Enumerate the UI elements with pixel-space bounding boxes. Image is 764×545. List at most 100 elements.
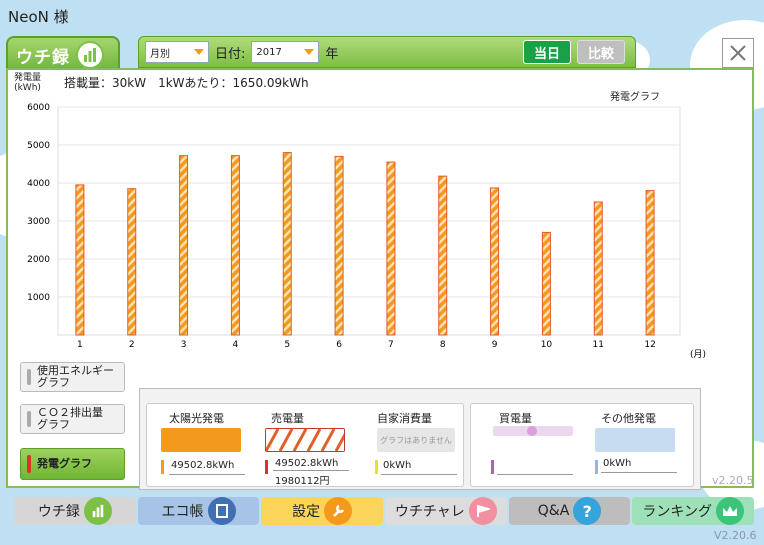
sold-swatch — [264, 428, 350, 452]
chart-bar[interactable] — [490, 187, 500, 336]
other-title: その他発電 — [601, 412, 656, 425]
year-unit: 年 — [325, 46, 339, 62]
divider — [497, 474, 573, 475]
generation-chart: 1000200030004000500060001 2 3 4 5 6 7 8 9 10 11 12(… — [27, 103, 706, 360]
self-marker — [375, 460, 378, 474]
chart-bar[interactable] — [230, 155, 240, 336]
nav-uchichare[interactable]: ウチチャレ — [385, 497, 507, 525]
solar-title: 太陽光発電 — [169, 412, 224, 425]
x-tick-label: 10 — [541, 340, 553, 350]
grid — [57, 106, 681, 336]
y-tick-label: 1000 — [27, 293, 50, 303]
self-value: 0kWh — [383, 460, 412, 471]
nav-ecocho-label: エコ帳 — [161, 504, 204, 520]
legend-group-generation: 太陽光発電 49502.8kWh 売電量 49502.8kWh 1980112円… — [146, 403, 464, 487]
generation-graph-label: 発電グラフ — [37, 457, 92, 470]
x-tick-label: 8 — [440, 340, 446, 350]
uchiroku-tab[interactable]: ウチ録 — [6, 36, 120, 72]
legend-group-other: 買電量 その他発電 0kWh — [470, 403, 694, 487]
outer-version: V2.20.6 — [714, 529, 757, 542]
x-tick-label: 6 — [336, 340, 342, 350]
flag-icon — [468, 497, 497, 525]
question-icon: ? — [573, 497, 602, 525]
x-tick-label: 12 — [644, 340, 655, 350]
energy-usage-graph-button[interactable]: 使用エネルギー グラフ — [20, 362, 125, 392]
chart-bar[interactable] — [179, 155, 189, 336]
generation-graph-button[interactable]: 発電グラフ — [20, 448, 125, 480]
bought-marker — [491, 460, 494, 474]
solar-marker — [161, 460, 164, 474]
y-tick-label: 2000 — [27, 255, 50, 265]
sold-marker — [265, 460, 268, 474]
bars — [75, 152, 655, 336]
wrench-icon — [324, 497, 353, 525]
sold-value: 49502.8kWh — [275, 458, 339, 469]
close-icon — [730, 45, 746, 61]
chart-bar[interactable] — [75, 184, 85, 336]
button-marker — [27, 411, 31, 427]
x-tick-label: 9 — [492, 340, 498, 350]
x-tick-label: 2 — [129, 340, 135, 350]
bar-chart-icon — [83, 497, 112, 525]
chevron-down-icon — [194, 49, 204, 55]
nav-ranking[interactable]: ランキング — [632, 497, 755, 525]
y-tick-label: 5000 — [27, 141, 50, 151]
nav-uchiroku-label: ウチ録 — [37, 504, 80, 520]
self-swatch: グラフはありません — [377, 428, 455, 452]
chart-bar[interactable] — [282, 152, 292, 336]
nav-uchichare-label: ウチチャレ — [394, 504, 465, 520]
close-button[interactable] — [722, 38, 754, 68]
compare-button[interactable]: 比較 — [576, 40, 625, 64]
toolbar: 月別 日付: 2017 年 当日 比較 — [138, 36, 636, 68]
bought-title: 買電量 — [499, 412, 532, 425]
y-tick-label: 4000 — [27, 179, 50, 189]
bar-chart-icon — [76, 41, 104, 69]
button-marker — [27, 369, 31, 385]
other-marker — [595, 460, 598, 474]
energy-usage-label-line2: グラフ — [37, 376, 70, 389]
x-tick-label: 4 — [233, 340, 239, 350]
sold-swatch-stripes — [264, 428, 350, 452]
crown-icon — [715, 497, 744, 525]
sold-yen: 1980112円 — [275, 476, 330, 487]
chart-bar[interactable] — [541, 231, 551, 336]
x-tick-label: 5 — [284, 340, 290, 350]
chart-bar[interactable] — [438, 175, 448, 336]
x-tick-label: 3 — [181, 340, 187, 350]
divider — [169, 474, 245, 475]
energy-usage-label: 使用エネルギー グラフ — [37, 365, 114, 389]
chart-bar[interactable] — [386, 161, 396, 336]
period-select-value: 月別 — [150, 48, 170, 60]
button-marker — [27, 455, 31, 473]
today-button[interactable]: 当日 — [522, 40, 571, 64]
x-axis-unit: (月) — [690, 349, 706, 360]
divider — [273, 470, 349, 471]
sold-title: 売電量 — [271, 412, 304, 425]
x-tick-label: 1 — [77, 340, 83, 350]
year-select[interactable]: 2017 — [251, 41, 320, 63]
chart-bar[interactable] — [645, 190, 655, 336]
inner-version: v2.20.5 — [712, 474, 754, 487]
bottom-nav: ウチ録 エコ帳 設定 ウチチャレ Q&A ? ランキング — [14, 497, 755, 525]
chart-bar[interactable] — [593, 201, 603, 336]
nav-uchiroku[interactable]: ウチ録 — [14, 497, 136, 525]
y-tick-label: 6000 — [27, 103, 50, 113]
solar-swatch — [161, 428, 241, 452]
nav-settings[interactable]: 設定 — [261, 497, 384, 525]
x-tick-label: 7 — [388, 340, 394, 350]
notebook-icon — [207, 497, 236, 525]
user-name: NeoN 様 — [8, 8, 69, 26]
year-select-value: 2017 — [256, 46, 282, 58]
other-value: 0kWh — [603, 458, 632, 469]
date-label: 日付: — [215, 46, 246, 62]
nav-ecocho[interactable]: エコ帳 — [137, 497, 260, 525]
x-tick-label: 11 — [593, 340, 604, 350]
divider — [601, 472, 677, 473]
chart-bar[interactable] — [334, 155, 344, 336]
chart-bar[interactable] — [127, 188, 137, 336]
chevron-down-icon — [304, 49, 315, 55]
nav-qa[interactable]: Q&A ? — [508, 497, 631, 525]
other-swatch — [595, 428, 675, 452]
co2-graph-button[interactable]: ＣＯ２排出量 グラフ — [20, 404, 125, 434]
period-select[interactable]: 月別 — [145, 41, 209, 63]
